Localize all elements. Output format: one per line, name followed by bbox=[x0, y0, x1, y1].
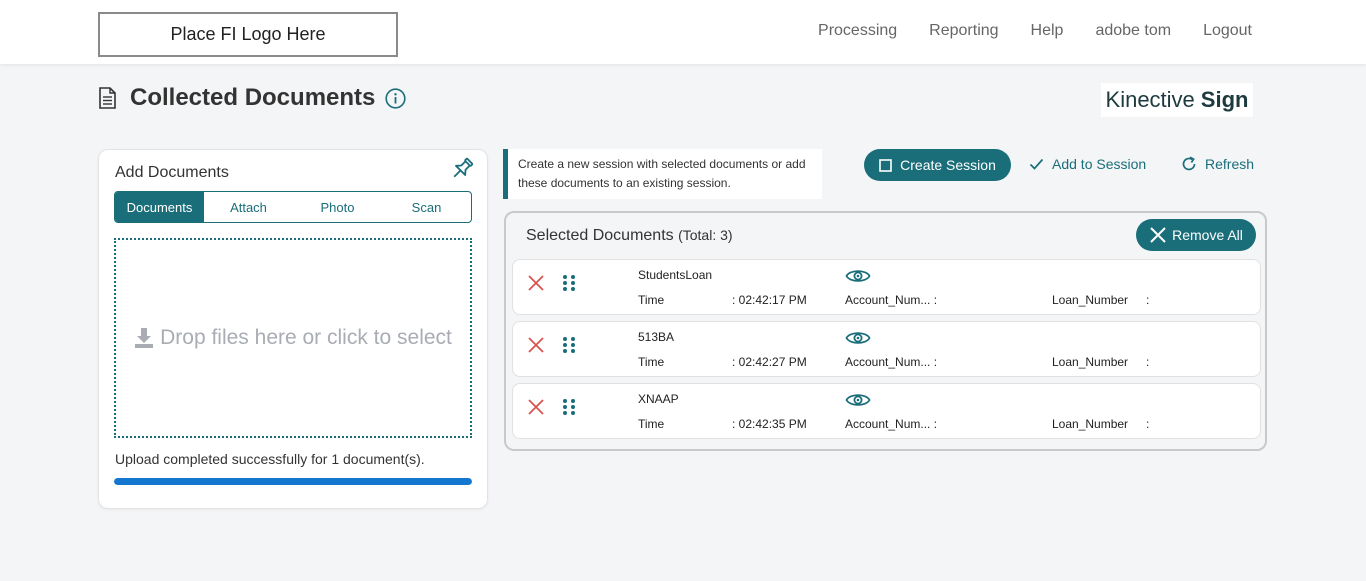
document-row: XNAAP Time : 02:42:35 PM Account_Num... : Lo… bbox=[512, 383, 1261, 439]
add-documents-title: Add Documents bbox=[115, 164, 229, 181]
document-row: 513BA Time : 02:42:27 PM Account_Num... : Lo… bbox=[512, 321, 1261, 377]
loan-number-label: Loan_Number bbox=[1052, 417, 1129, 431]
nav-logout[interactable]: Logout bbox=[1203, 22, 1252, 40]
refresh-icon bbox=[1182, 156, 1196, 171]
add-to-session-button[interactable]: Add to Session bbox=[1029, 156, 1146, 172]
loan-number-separator: : bbox=[1146, 355, 1150, 369]
time-label: Time bbox=[638, 293, 665, 307]
page-header: Collected Documents bbox=[98, 84, 406, 112]
checkmark-icon bbox=[1029, 158, 1044, 170]
selected-total-count: (Total: 3) bbox=[678, 227, 733, 243]
loan-number-label: Loan_Number bbox=[1052, 355, 1129, 369]
loan-number-separator: : bbox=[1146, 293, 1150, 307]
document-name: XNAAP bbox=[638, 392, 679, 406]
session-info-note: Create a new session with selected docum… bbox=[503, 149, 822, 199]
square-icon bbox=[879, 158, 892, 172]
refresh-label: Refresh bbox=[1205, 156, 1255, 172]
time-value: : 02:42:27 PM bbox=[732, 355, 807, 369]
view-eye-icon[interactable] bbox=[845, 267, 871, 285]
drag-handle-icon[interactable] bbox=[562, 274, 576, 292]
account-number-label: Account_Num... : bbox=[845, 355, 938, 369]
time-value: : 02:42:17 PM bbox=[732, 293, 807, 307]
document-name: StudentsLoan bbox=[638, 268, 713, 282]
page-title: Collected Documents bbox=[130, 84, 376, 111]
brand-name-bold: Sign bbox=[1200, 87, 1249, 112]
document-row: StudentsLoan Time : 02:42:17 PM Account_Num… bbox=[512, 259, 1261, 315]
brand-name-light: Kinective bbox=[1105, 87, 1195, 112]
tab-attach[interactable]: Attach bbox=[204, 192, 293, 222]
account-number-label: Account_Num... : bbox=[845, 417, 938, 431]
view-eye-icon[interactable] bbox=[845, 329, 871, 347]
remove-document-icon[interactable] bbox=[527, 336, 545, 354]
selected-title-text: Selected Documents bbox=[526, 227, 674, 244]
add-to-session-label: Add to Session bbox=[1052, 156, 1147, 172]
time-label: Time bbox=[638, 355, 665, 369]
nav-user[interactable]: adobe tom bbox=[1095, 22, 1171, 40]
loan-number-label: Loan_Number bbox=[1052, 293, 1129, 307]
create-session-button[interactable]: Create Session bbox=[864, 149, 1011, 181]
upload-status-message: Upload completed successfully for 1 docu… bbox=[115, 451, 425, 467]
selected-documents-panel: Selected Documents (Total: 3) Remove All… bbox=[504, 211, 1267, 451]
pin-icon[interactable] bbox=[449, 156, 475, 182]
selected-documents-title: Selected Documents (Total: 3) bbox=[526, 227, 733, 245]
upload-progress-bar bbox=[114, 478, 472, 485]
tab-documents[interactable]: Documents bbox=[115, 192, 204, 222]
tab-scan[interactable]: Scan bbox=[382, 192, 471, 222]
document-icon bbox=[99, 87, 116, 109]
loan-number-separator: : bbox=[1146, 417, 1150, 431]
download-icon bbox=[135, 328, 154, 348]
remove-document-icon[interactable] bbox=[527, 274, 545, 292]
upload-progress-fill bbox=[114, 478, 472, 485]
file-dropzone[interactable]: Drop files here or click to select bbox=[114, 238, 472, 438]
info-icon[interactable] bbox=[385, 87, 406, 109]
top-navbar: Place FI Logo Here Processing Reporting … bbox=[0, 0, 1366, 64]
tab-photo[interactable]: Photo bbox=[293, 192, 382, 222]
nav-processing[interactable]: Processing bbox=[818, 22, 897, 40]
view-eye-icon[interactable] bbox=[845, 391, 871, 409]
create-session-label: Create Session bbox=[900, 157, 996, 173]
nav-reporting[interactable]: Reporting bbox=[929, 22, 998, 40]
time-label: Time bbox=[638, 417, 665, 431]
remove-document-icon[interactable] bbox=[527, 398, 545, 416]
drag-handle-icon[interactable] bbox=[562, 398, 576, 416]
remove-all-button[interactable]: Remove All bbox=[1136, 219, 1256, 251]
nav-help[interactable]: Help bbox=[1031, 22, 1064, 40]
drag-handle-icon[interactable] bbox=[562, 336, 576, 354]
brand-logo: Kinective Sign bbox=[1101, 83, 1253, 117]
add-documents-card: Add Documents Documents Attach Photo Sca… bbox=[98, 149, 488, 509]
main-nav: Processing Reporting Help adobe tom Logo… bbox=[818, 22, 1252, 40]
refresh-button[interactable]: Refresh bbox=[1181, 156, 1254, 172]
dropzone-text: Drop files here or click to select bbox=[160, 326, 452, 349]
upload-method-tabs: Documents Attach Photo Scan bbox=[114, 191, 472, 223]
time-value: : 02:42:35 PM bbox=[732, 417, 807, 431]
remove-all-label: Remove All bbox=[1172, 227, 1243, 243]
close-icon bbox=[1150, 227, 1166, 243]
logo-placeholder[interactable]: Place FI Logo Here bbox=[98, 12, 398, 57]
document-name: 513BA bbox=[638, 330, 675, 344]
account-number-label: Account_Num... : bbox=[845, 293, 938, 307]
